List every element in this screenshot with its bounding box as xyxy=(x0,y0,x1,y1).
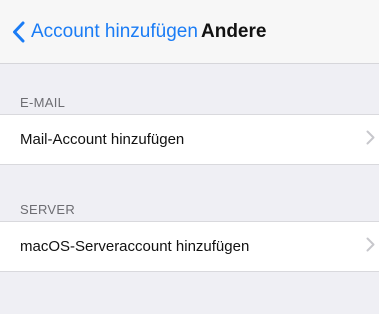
navigation-bar: Account hinzufügen Andere xyxy=(0,0,379,64)
add-macos-server-account-label: macOS-Serveraccount hinzufügen xyxy=(20,238,250,255)
add-macos-server-account-row[interactable]: macOS-Serveraccount hinzufügen xyxy=(0,221,379,272)
chevron-right-icon xyxy=(366,130,375,150)
section-header-email: E-MAIL xyxy=(20,95,66,110)
section-header-server: SERVER xyxy=(20,202,76,217)
page-title: Andere xyxy=(201,21,267,42)
chevron-right-icon xyxy=(366,237,375,257)
add-mail-account-row[interactable]: Mail-Account hinzufügen xyxy=(0,114,379,165)
chevron-left-icon xyxy=(12,21,25,43)
add-mail-account-label: Mail-Account hinzufügen xyxy=(20,131,185,148)
back-button-label: Account hinzufügen xyxy=(31,21,198,42)
back-button[interactable]: Account hinzufügen xyxy=(12,18,198,46)
